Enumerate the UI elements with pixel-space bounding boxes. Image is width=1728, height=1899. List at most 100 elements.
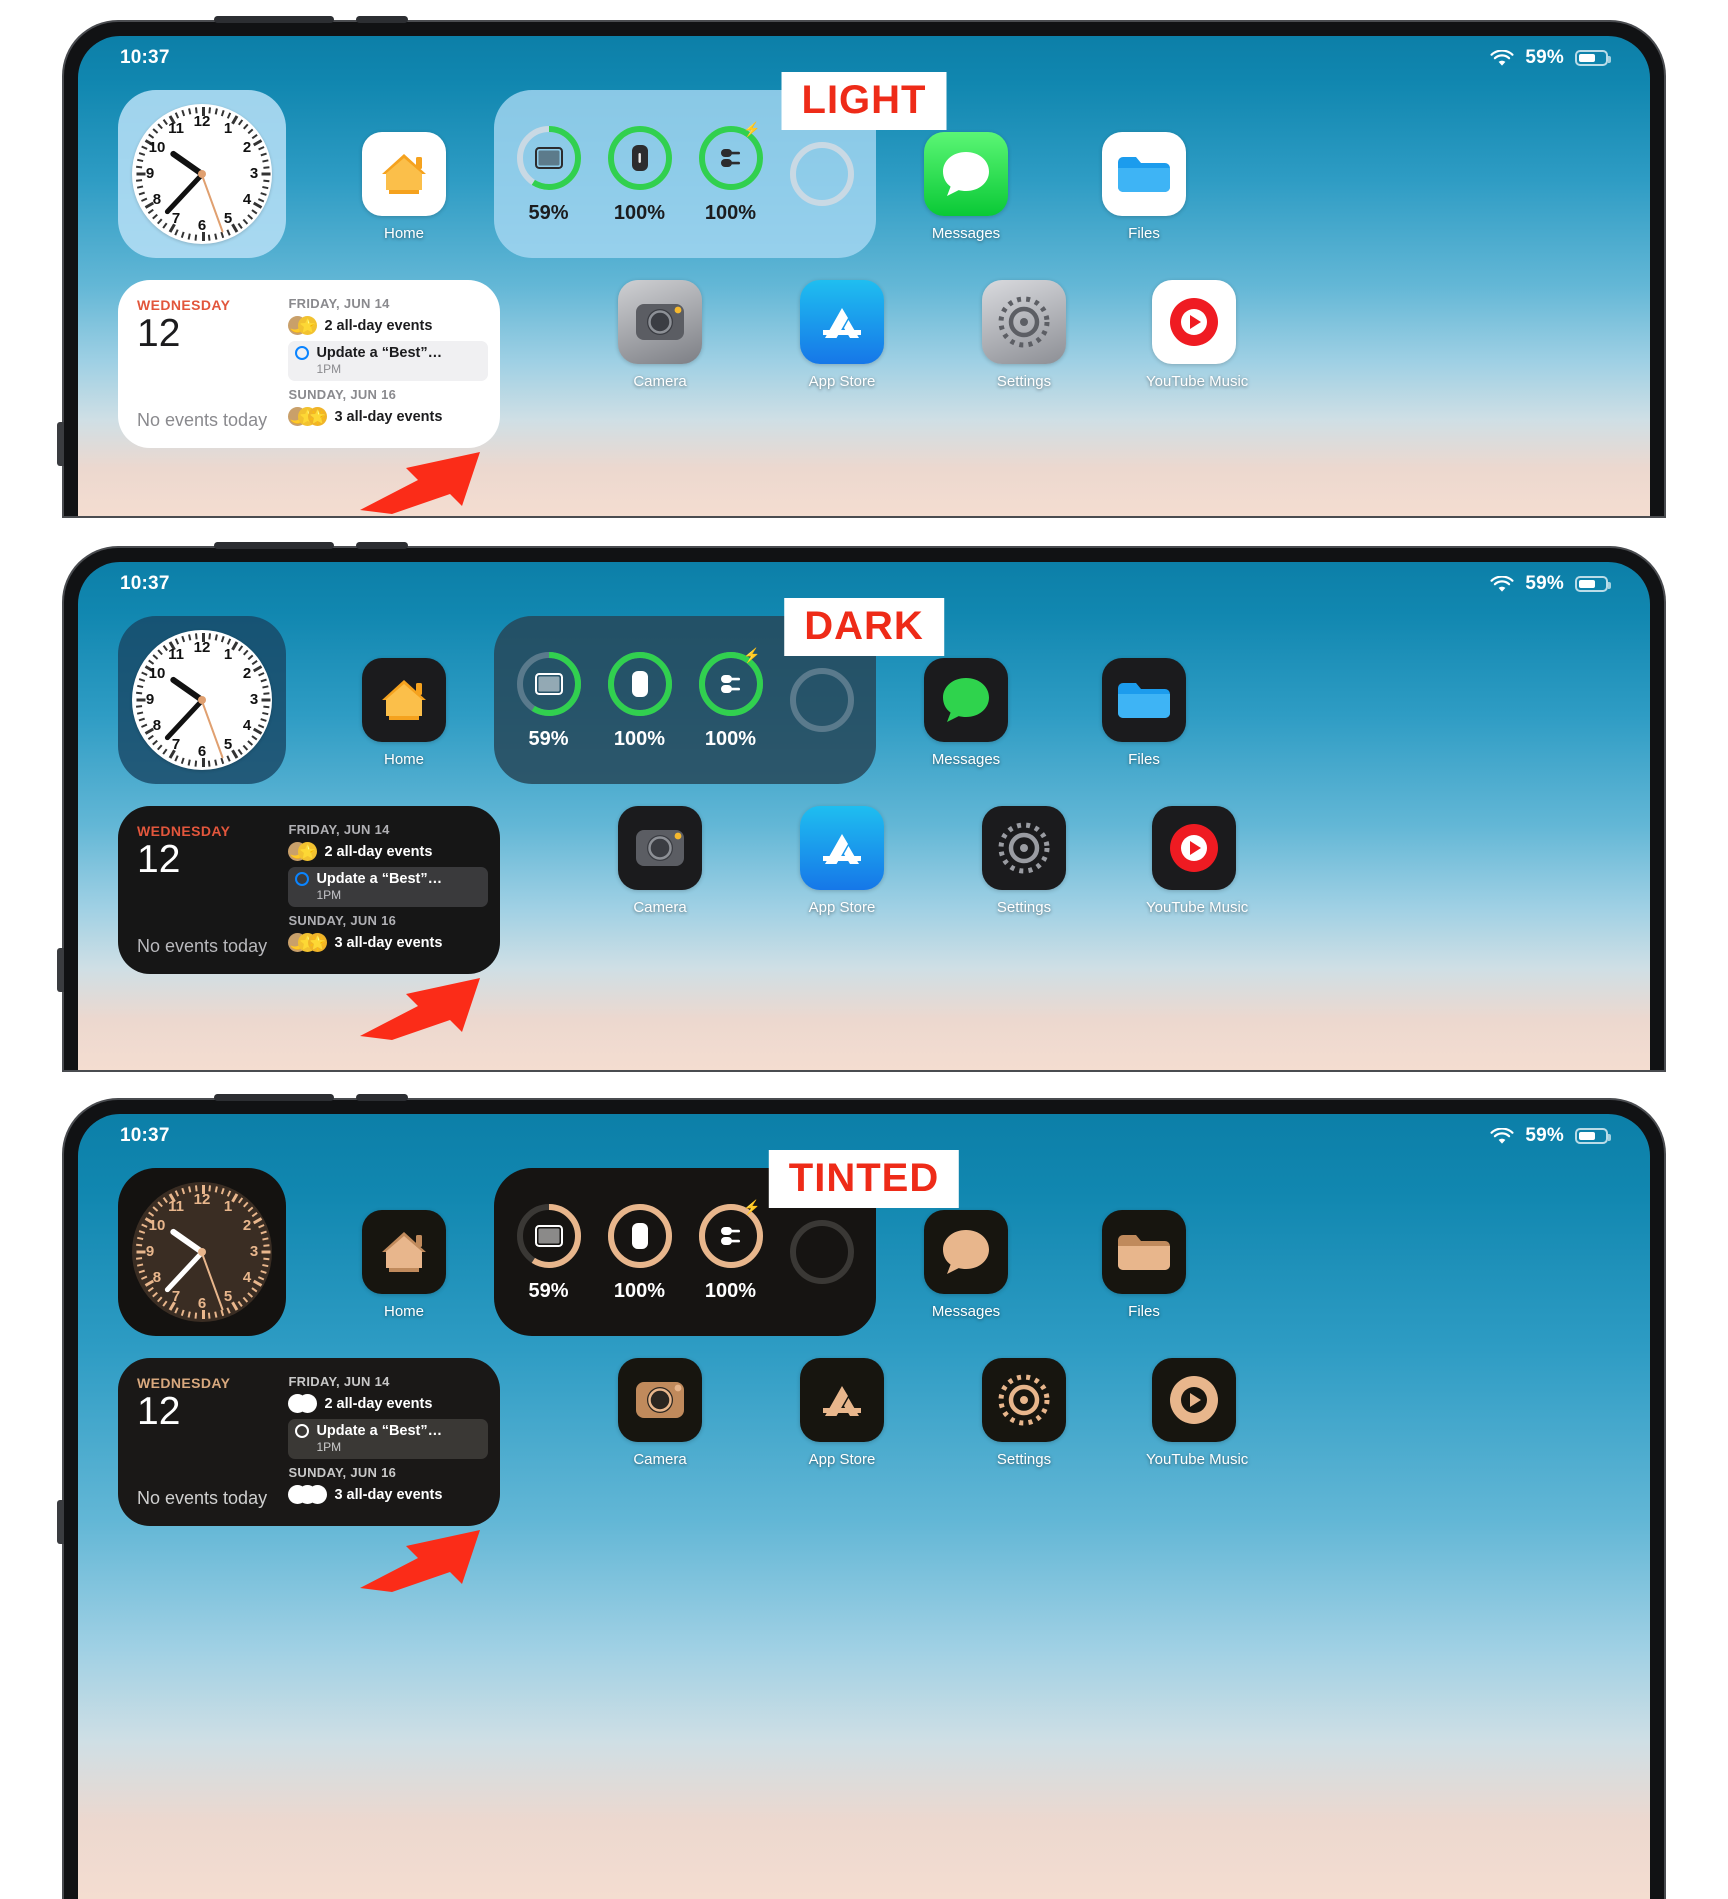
minute-hand (163, 698, 204, 742)
volume-button[interactable] (57, 422, 64, 466)
app-label: Home (383, 1303, 424, 1320)
app-youtube-music[interactable]: YouTube Music (1146, 1358, 1248, 1468)
app-youtube-music[interactable]: YouTube Music (1146, 806, 1248, 916)
ipad-device-frame: 10:37 59% 12 1 2 3 4 5 6 7 8 9 10 11 Hom… (57, 1094, 1664, 1899)
status-battery-percent: 59% (1525, 573, 1564, 594)
clock-widget[interactable]: 12 1 2 3 4 5 6 7 8 9 10 11 (118, 616, 286, 784)
app-settings[interactable]: Settings (976, 1358, 1072, 1468)
battery-ring: ⚡ (697, 647, 765, 718)
calendar-all-day-row[interactable]: 3 all-day events (288, 1485, 488, 1504)
calendar-section-date: SUNDAY, JUN 16 (288, 1465, 397, 1480)
app-camera[interactable]: Camera (612, 806, 708, 916)
calendar-reminder[interactable]: Update a “Best”… 1PM (288, 341, 488, 381)
volume-button[interactable] (57, 1500, 64, 1544)
calendar-reminder[interactable]: Update a “Best”… 1PM (288, 867, 488, 907)
app-label: Files (1128, 225, 1160, 242)
app-app-store[interactable]: App Store (794, 806, 890, 916)
app-home[interactable]: Home (356, 658, 452, 768)
ipad-screen: 10:37 59% 12 1 2 3 4 5 6 7 8 9 10 11 Hom… (78, 1114, 1650, 1899)
battery-ring (515, 124, 583, 192)
clock-tick (214, 233, 218, 240)
battery-cell[interactable]: 100% (601, 1202, 678, 1303)
battery-cell[interactable]: 100% (601, 650, 678, 751)
battery-percent: 100% (704, 727, 757, 750)
reminder-time: 1PM (316, 362, 342, 376)
battery-ring: ⚡ (697, 1199, 765, 1270)
clock-number: 2 (242, 139, 252, 156)
app-messages[interactable]: Messages (918, 1210, 1014, 1320)
app-app-store[interactable]: App Store (794, 280, 890, 390)
ipad-icon (515, 650, 583, 718)
clock-tick (260, 1270, 267, 1274)
reminder-circle-icon[interactable] (295, 872, 310, 886)
clock-number: 10 (148, 665, 166, 682)
calendar-widget[interactable]: WEDNESDAY 12 No events today FRIDAY, JUN 14… (118, 1358, 500, 1526)
clock-widget[interactable]: 12 1 2 3 4 5 6 7 8 9 10 11 (118, 90, 286, 258)
clock-tick (157, 123, 163, 130)
clock-widget[interactable]: 12 1 2 3 4 5 6 7 8 9 10 11 (118, 1168, 286, 1336)
clock-tick (174, 229, 179, 236)
app-home[interactable]: Home (356, 132, 452, 242)
app-youtube-music[interactable]: YouTube Music (1146, 280, 1248, 390)
app-label: Camera (633, 1451, 687, 1468)
calendar-all-day-row[interactable]: 🌙⭐🌟 3 all-day events (288, 933, 488, 952)
clock-tick (152, 1292, 158, 1298)
battery-cell[interactable]: 59% (510, 1202, 587, 1303)
calendar-all-day-row[interactable]: 🌙⭐ 2 all-day events (288, 842, 488, 861)
volume-button[interactable] (57, 948, 64, 992)
battery-cell[interactable]: 59% (510, 650, 587, 751)
clock-tick (226, 1190, 231, 1197)
battery-ring (788, 1218, 856, 1286)
calendar-widget[interactable]: WEDNESDAY 12 No events today FRIDAY, JUN 14… (118, 280, 500, 448)
battery-cell[interactable]: ⚡ 100% (692, 647, 769, 751)
battery-cell[interactable] (783, 666, 860, 734)
device-panel-dark: 10:37 59% 12 1 2 3 4 5 6 7 8 9 10 11 Hom… (0, 542, 1728, 1070)
clock-tick (220, 1188, 225, 1195)
calendar-all-day-row[interactable]: 🌙⭐🌟 3 all-day events (288, 407, 488, 426)
app-camera[interactable]: Camera (612, 280, 708, 390)
battery-cell[interactable] (783, 140, 860, 208)
app-messages[interactable]: Messages (918, 132, 1014, 242)
clock-tick (208, 234, 211, 241)
clock-tick (208, 1312, 211, 1319)
calendar-day-of-week: WEDNESDAY (137, 297, 231, 313)
calendar-reminder[interactable]: Update a “Best”… 1PM (288, 1419, 488, 1459)
settings-app-icon (982, 806, 1066, 890)
calendar-emoji: ⭐ (298, 842, 318, 861)
clock-number: 1 (223, 645, 233, 663)
battery-cell[interactable]: ⚡ 100% (692, 121, 769, 225)
clock-number: 3 (249, 165, 259, 182)
app-files[interactable]: Files (1096, 658, 1192, 768)
app-messages[interactable]: Messages (918, 658, 1014, 768)
battery-cell[interactable]: 59% (510, 124, 587, 225)
reminder-circle-icon[interactable] (295, 1424, 310, 1438)
app-settings[interactable]: Settings (976, 280, 1072, 390)
calendar-all-day-row[interactable]: 🌙⭐ 2 all-day events (288, 316, 488, 335)
app-camera[interactable]: Camera (612, 1358, 708, 1468)
calendar-today-column: WEDNESDAY 12 No events today (118, 1358, 278, 1526)
battery-cell[interactable] (783, 1218, 860, 1286)
battery-percent: 59% (528, 1279, 569, 1302)
battery-cell[interactable]: 100% (601, 124, 678, 225)
app-files[interactable]: Files (1096, 132, 1192, 242)
calendar-no-events: No events today (137, 410, 268, 430)
clock-number: 12 (193, 639, 211, 656)
clock-tick (188, 1186, 191, 1193)
battery-cell[interactable]: ⚡ 100% (692, 1199, 769, 1303)
clock-tick (247, 214, 254, 220)
app-app-store[interactable]: App Store (794, 1358, 890, 1468)
app-settings[interactable]: Settings (976, 806, 1072, 916)
calendar-all-day-text: 2 all-day events (324, 843, 433, 860)
clock-number: 2 (242, 1217, 252, 1234)
clock-tick (137, 185, 144, 189)
app-home[interactable]: Home (356, 1210, 452, 1320)
clock-tick (247, 740, 254, 746)
calendar-all-day-row[interactable]: 2 all-day events (288, 1394, 488, 1413)
calendar-widget[interactable]: WEDNESDAY 12 No events today FRIDAY, JUN 14… (118, 806, 500, 974)
app-files[interactable]: Files (1096, 1210, 1192, 1320)
status-time: 10:37 (120, 1125, 170, 1146)
clock-tick (137, 685, 144, 689)
app-label: App Store (808, 373, 876, 390)
clock-tick (251, 735, 258, 740)
reminder-circle-icon[interactable] (295, 346, 310, 360)
